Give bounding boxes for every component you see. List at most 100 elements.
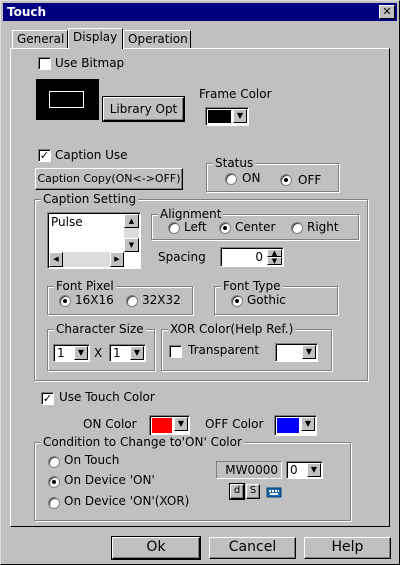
frame-color-swatch <box>208 110 231 123</box>
cond-on-device-xor-radio[interactable] <box>48 497 60 509</box>
library-opt-button[interactable]: Library Opt <box>102 96 185 122</box>
align-center-radio[interactable] <box>219 222 231 234</box>
spacing-down-icon[interactable]: ▼ <box>267 257 282 265</box>
align-center-label: Center <box>235 220 276 234</box>
chevron-down-icon: ▼ <box>302 345 316 359</box>
chevron-down-icon: ▼ <box>74 346 88 360</box>
alignment-title: Alignment <box>158 207 224 221</box>
chevron-down-icon: ▼ <box>233 109 247 123</box>
scroll-down-icon[interactable]: ▼ <box>124 238 139 252</box>
tab-general[interactable]: General <box>12 30 68 48</box>
char-width-select[interactable]: 1 ▼ <box>53 344 90 362</box>
tab-operation[interactable]: Operation <box>123 30 191 48</box>
font-pixel-32-label: 32X32 <box>142 293 181 307</box>
keyboard-icon[interactable] <box>266 485 282 499</box>
bitmap-preview <box>36 79 99 120</box>
off-color-label: OFF Color <box>205 417 264 431</box>
cancel-label: Cancel <box>228 539 277 555</box>
cancel-button[interactable]: Cancel <box>209 537 296 559</box>
cond-on-touch-radio[interactable] <box>48 456 60 468</box>
scroll-left-icon[interactable]: ◀ <box>49 252 63 267</box>
off-color-swatch <box>277 418 299 433</box>
caption-text-value: Pulse <box>51 215 83 229</box>
align-left-radio[interactable] <box>168 222 180 234</box>
use-touch-color-checkbox[interactable]: ✓ <box>41 392 54 405</box>
cond-on-device-xor-label: On Device 'ON'(XOR) <box>64 494 190 508</box>
status-on-radio[interactable] <box>225 173 237 185</box>
align-right-radio[interactable] <box>291 222 303 234</box>
bit-select[interactable]: 0 ▼ <box>286 461 323 479</box>
chevron-down-icon: ▼ <box>301 417 315 431</box>
tab-general-label: General <box>17 32 65 46</box>
spacing-value: 0 <box>255 250 263 264</box>
tab-display-label: Display <box>73 30 118 44</box>
caption-use-checkbox[interactable]: ✓ <box>38 149 51 162</box>
caption-copy-button[interactable]: Caption Copy(ON<->OFF) <box>35 168 183 190</box>
character-size-title: Character Size <box>54 322 146 336</box>
tab-display[interactable]: Display <box>68 28 123 49</box>
on-color-swatch <box>152 418 172 433</box>
status-on-label: ON <box>242 171 261 185</box>
s-button-label: S <box>249 485 257 496</box>
close-button[interactable]: ✕ <box>379 5 395 19</box>
status-off-label: OFF <box>298 173 322 187</box>
on-color-select[interactable]: ▼ <box>149 415 190 436</box>
caption-text-area[interactable]: Pulse ▲ ▼ ◀ ▶ <box>47 212 141 269</box>
xor-color-select[interactable]: ▼ <box>275 343 318 362</box>
s-button[interactable]: S <box>246 484 260 499</box>
font-pixel-16-radio[interactable] <box>59 295 71 307</box>
device-address-value: MW0000 <box>225 463 278 477</box>
char-height-select[interactable]: 1 ▼ <box>109 344 146 362</box>
close-icon: ✕ <box>382 5 392 18</box>
font-type-title: Font Type <box>221 279 283 293</box>
caption-use-label: Caption Use <box>55 148 128 162</box>
cond-on-touch-label: On Touch <box>64 453 120 467</box>
spacing-label: Spacing <box>158 250 206 264</box>
char-size-x-label: X <box>94 346 103 360</box>
xor-color-title: XOR Color(Help Ref.) <box>168 322 296 336</box>
font-pixel-16-label: 16X16 <box>75 293 114 307</box>
status-off-radio[interactable] <box>280 174 292 186</box>
tab-operation-label: Operation <box>128 32 188 46</box>
transparent-label: Transparent <box>188 343 260 357</box>
off-color-select[interactable]: ▼ <box>274 415 317 436</box>
library-opt-label: Library Opt <box>109 102 178 116</box>
window-title: Touch <box>7 5 47 19</box>
use-bitmap-label: Use Bitmap <box>55 56 125 70</box>
char-width-value: 1 <box>57 346 65 360</box>
status-group-title: Status <box>213 156 256 170</box>
check-icon: ✓ <box>42 392 53 405</box>
keyboard-icon-svg <box>266 487 282 498</box>
chevron-down-icon: ▼ <box>130 346 144 360</box>
spacing-spinner[interactable]: 0 ▲ ▼ <box>220 247 284 267</box>
caption-setting-title: Caption Setting <box>41 192 139 206</box>
device-address-field[interactable]: MW0000 <box>216 461 282 479</box>
char-height-value: 1 <box>113 346 121 360</box>
scroll-up-icon[interactable]: ▲ <box>124 214 139 228</box>
cond-on-device-radio[interactable] <box>48 476 60 488</box>
condition-title: Condition to Change to'ON' Color <box>41 435 244 449</box>
chevron-down-icon: ▼ <box>307 463 321 477</box>
frame-color-label: Frame Color <box>199 87 272 101</box>
d-button[interactable]: d <box>229 483 245 500</box>
use-bitmap-checkbox[interactable] <box>38 57 51 70</box>
scroll-right-icon[interactable]: ▶ <box>110 252 124 267</box>
help-label: Help <box>331 539 364 555</box>
ok-button[interactable]: Ok <box>111 536 201 560</box>
help-button[interactable]: Help <box>304 537 391 559</box>
font-type-gothic-radio[interactable] <box>231 295 243 307</box>
bit-value: 0 <box>290 463 298 477</box>
use-touch-color-label: Use Touch Color <box>59 390 155 404</box>
align-left-label: Left <box>184 220 207 234</box>
spacing-up-icon[interactable]: ▲ <box>267 249 282 257</box>
font-type-gothic-label: Gothic <box>247 293 286 307</box>
caption-vertical-scrollbar[interactable]: ▲ ▼ <box>124 214 139 252</box>
frame-color-select[interactable]: ▼ <box>205 107 249 126</box>
transparent-checkbox[interactable] <box>169 345 182 358</box>
d-button-label: d <box>233 485 241 496</box>
bitmap-preview-frame <box>49 91 84 108</box>
caption-horizontal-scrollbar[interactable]: ◀ ▶ <box>49 252 124 267</box>
title-bar: Touch ✕ <box>3 3 397 21</box>
font-pixel-32-radio[interactable] <box>126 295 138 307</box>
cond-on-device-label: On Device 'ON' <box>64 473 155 487</box>
